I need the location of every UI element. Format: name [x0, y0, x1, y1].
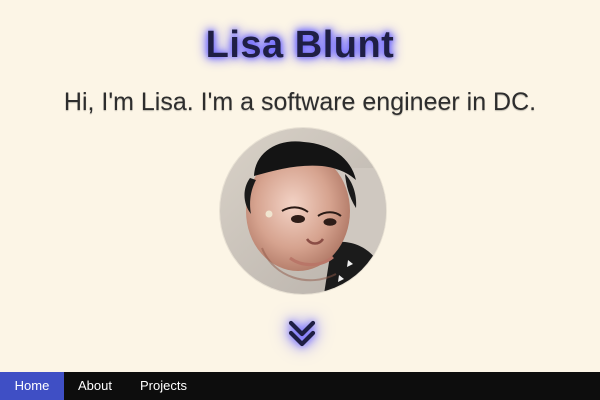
hero-section: Lisa Blunt Hi, I'm Lisa. I'm a software …	[0, 0, 600, 372]
nav-about[interactable]: About	[64, 372, 126, 400]
nav-home[interactable]: Home	[0, 372, 64, 400]
page-title: Lisa Blunt	[205, 24, 395, 66]
tagline: Hi, I'm Lisa. I'm a software engineer in…	[63, 88, 537, 116]
scroll-down-icon[interactable]	[285, 316, 319, 350]
profile-avatar	[220, 128, 386, 294]
bottom-navbar: Home About Projects	[0, 372, 600, 400]
nav-projects[interactable]: Projects	[126, 372, 201, 400]
